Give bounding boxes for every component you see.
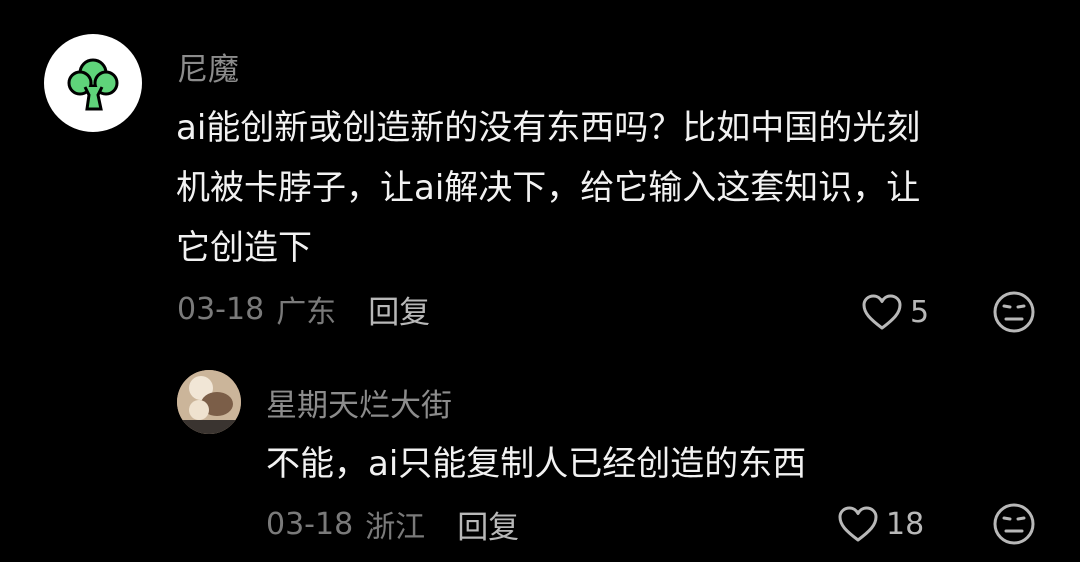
comment-text: 不能，ai只能复制人已经创造的东西 bbox=[266, 434, 1046, 494]
comment-text: ai能创新或创造新的没有东西吗？比如中国的光刻 机被卡脖子，让ai解决下，给它输… bbox=[176, 98, 1036, 278]
comment-region: 广东 bbox=[276, 295, 337, 330]
comment-date: 03-18 bbox=[177, 291, 265, 327]
comment-item: 尼魔 ai能创新或创造新的没有东西吗？比如中国的光刻 机被卡脖子，让ai解决下，… bbox=[0, 0, 1080, 350]
comment-text-line: 不能，ai只能复制人已经创造的东西 bbox=[266, 444, 807, 484]
like-count: 5 bbox=[910, 294, 930, 330]
broccoli-icon bbox=[67, 58, 119, 111]
emoji-reaction-button[interactable] bbox=[992, 290, 1036, 334]
comment-date: 03-18 bbox=[266, 506, 354, 542]
comment-text-line: 机被卡脖子，让ai解决下，给它输入这套知识，让 bbox=[176, 168, 921, 208]
comment-meta: 03-18 浙江 回复 bbox=[266, 502, 519, 546]
neutral-face-icon bbox=[993, 503, 1035, 545]
neutral-face-icon bbox=[993, 291, 1035, 333]
comment-meta: 03-18 广东 回复 bbox=[177, 287, 430, 331]
comment-text-line: ai能创新或创造新的没有东西吗？比如中国的光刻 bbox=[176, 108, 921, 148]
avatar[interactable] bbox=[44, 34, 142, 132]
comment-region: 浙江 bbox=[365, 510, 426, 545]
heart-outline-icon bbox=[862, 294, 902, 330]
like-button[interactable]: 18 bbox=[836, 502, 924, 546]
reply-button[interactable]: 回复 bbox=[457, 502, 519, 547]
like-count: 18 bbox=[886, 506, 925, 542]
avatar[interactable] bbox=[177, 370, 241, 434]
username[interactable]: 星期天烂大街 bbox=[266, 380, 452, 425]
reply-button[interactable]: 回复 bbox=[368, 287, 430, 332]
username[interactable]: 尼魔 bbox=[177, 44, 239, 89]
photo-avatar bbox=[177, 370, 241, 434]
comment-text-line: 它创造下 bbox=[176, 228, 312, 268]
like-button[interactable]: 5 bbox=[860, 290, 929, 334]
emoji-reaction-button[interactable] bbox=[992, 502, 1036, 546]
heart-outline-icon bbox=[838, 506, 878, 542]
